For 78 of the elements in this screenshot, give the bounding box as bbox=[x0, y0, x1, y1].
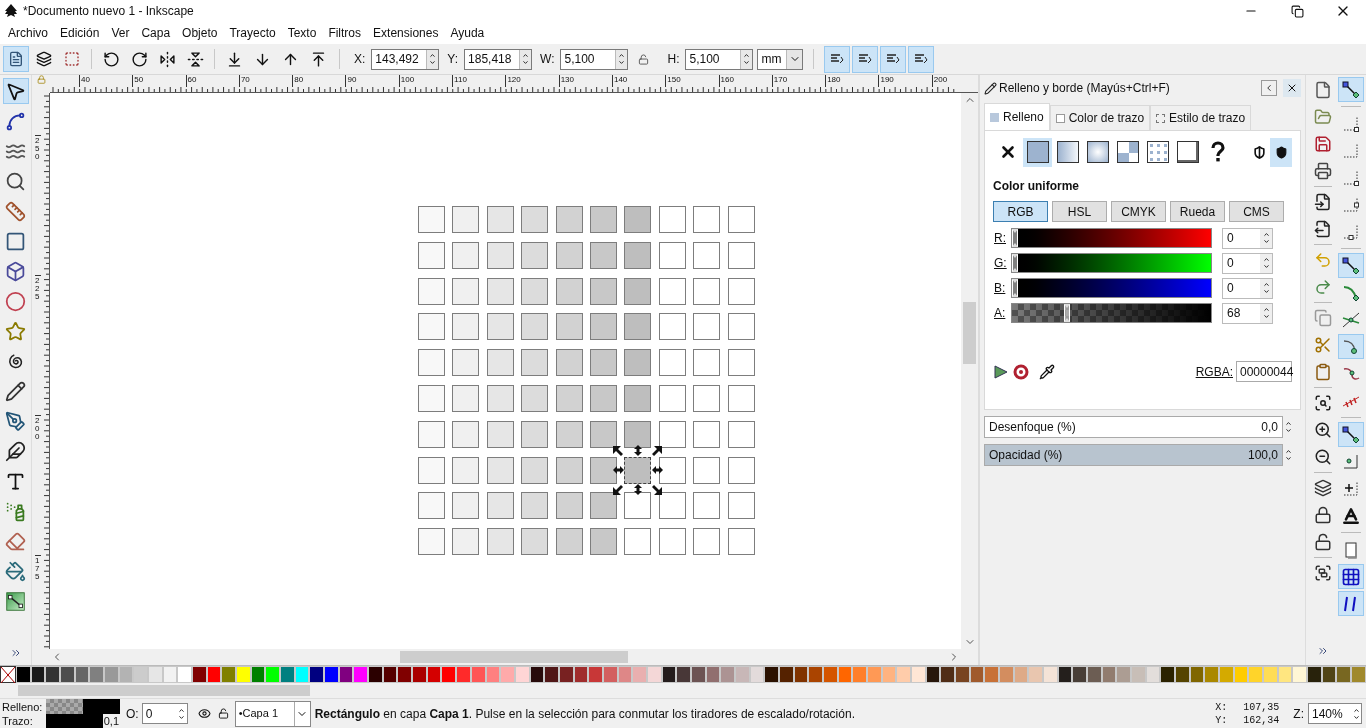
color-mode-tab[interactable]: CMYK bbox=[1111, 201, 1166, 222]
coordinate-value: 162,34 bbox=[1242, 713, 1280, 727]
ruler-label: 190 bbox=[878, 75, 932, 87]
fill-label: Relleno: bbox=[2, 699, 44, 714]
spin-slider[interactable]: Opacidad (%) 100,0 bbox=[984, 444, 1283, 466]
unit-dropdown[interactable]: mm bbox=[757, 48, 804, 70]
ruler-label: 225 bbox=[35, 275, 41, 301]
ruler-label: 120 bbox=[505, 75, 559, 87]
channel-label: G: bbox=[993, 255, 1008, 272]
zoom-label: Z: bbox=[1293, 705, 1304, 723]
number-field[interactable]: 0 bbox=[1222, 252, 1273, 274]
menu-item[interactable]: Ver bbox=[105, 24, 136, 42]
channel-label: R: bbox=[993, 230, 1007, 247]
window-title: *Documento nuevo 1 - Inkscape bbox=[23, 3, 194, 20]
ruler-label: 100 bbox=[398, 75, 453, 87]
menu-item[interactable]: Capa bbox=[135, 24, 177, 42]
ruler-label: 80 bbox=[292, 75, 346, 87]
opacity-field[interactable]: 0 bbox=[141, 703, 188, 724]
ruler-label: 50 bbox=[132, 75, 186, 87]
stroke-label: Trazo: bbox=[2, 713, 34, 728]
ruler-label: 250 bbox=[35, 135, 41, 161]
number-field[interactable]: 185,418 bbox=[464, 48, 533, 70]
number-field[interactable]: 5,100 bbox=[560, 48, 629, 70]
ruler-label: 110 bbox=[452, 75, 506, 87]
tab[interactable]: Relleno bbox=[984, 103, 1050, 131]
field-label: Y: bbox=[447, 51, 459, 68]
color-mode-tab[interactable]: CMS bbox=[1229, 201, 1284, 222]
tab[interactable]: Color de trazo bbox=[1049, 105, 1151, 131]
coordinate-label: Y: bbox=[1215, 713, 1228, 727]
field-label: W: bbox=[540, 51, 555, 68]
ruler-label: 90 bbox=[345, 75, 399, 87]
menu-item[interactable]: Edición bbox=[54, 24, 106, 42]
menu-item[interactable]: Objeto bbox=[176, 24, 224, 42]
menu-item[interactable]: Archivo bbox=[2, 24, 54, 42]
field-label: H: bbox=[667, 51, 680, 68]
menu-item[interactable]: Filtros bbox=[322, 24, 368, 42]
ruler-label: 150 bbox=[665, 75, 719, 87]
slider-label: Opacidad (%) bbox=[989, 447, 1063, 464]
menu-item[interactable]: Trayecto bbox=[223, 24, 282, 42]
coordinate-label: X: bbox=[1215, 700, 1228, 714]
ruler-label: 40 bbox=[79, 75, 133, 87]
field-label: X: bbox=[354, 51, 366, 68]
slider-value: 100,0 bbox=[1247, 447, 1278, 464]
ruler-label: 140 bbox=[611, 75, 666, 87]
color-mode-tab[interactable]: Rueda bbox=[1170, 201, 1225, 222]
number-field[interactable]: 0 bbox=[1222, 227, 1273, 249]
rgba-label: RGBA: bbox=[1195, 363, 1233, 381]
ruler-label: 170 bbox=[771, 75, 826, 87]
ruler-label: 180 bbox=[825, 75, 879, 87]
menu-item[interactable]: Extensiones bbox=[367, 24, 445, 42]
opacity-label: O: bbox=[126, 705, 139, 723]
zoom-field[interactable]: 140% bbox=[1308, 703, 1362, 724]
tab[interactable]: Estilo de trazo bbox=[1150, 105, 1252, 131]
panel-title: Relleno y borde (Mayús+Ctrl+F) bbox=[999, 80, 1170, 97]
section-heading: Color uniforme bbox=[993, 178, 1080, 195]
coordinate-value: 107,35 bbox=[1242, 700, 1280, 714]
number-field[interactable]: 143,492 bbox=[371, 48, 440, 70]
rgba-field[interactable]: 00000044 bbox=[1236, 361, 1292, 382]
spin-slider[interactable]: Desenfoque (%) 0,0 bbox=[984, 416, 1283, 438]
color-mode-tab[interactable]: RGB bbox=[993, 201, 1048, 222]
number-field[interactable]: 0 bbox=[1222, 277, 1273, 299]
ruler-label: 70 bbox=[238, 75, 293, 87]
channel-label: A: bbox=[993, 305, 1007, 322]
slider-value: 0,0 bbox=[1261, 419, 1278, 436]
ruler-label: 130 bbox=[558, 75, 612, 87]
menu-item[interactable]: Texto bbox=[281, 24, 323, 42]
menu-item[interactable]: Ayuda bbox=[444, 24, 491, 42]
layer-dropdown[interactable]: •Capa 1 bbox=[234, 700, 311, 727]
number-field[interactable]: 68 bbox=[1222, 302, 1273, 324]
ruler-label: 60 bbox=[185, 75, 239, 87]
status-message: Rectángulo en capa Capa 1. Pulse en la selección para conmutar los tiradores de escalado/rotación. bbox=[314, 705, 855, 723]
ruler-label: 175 bbox=[35, 555, 41, 581]
number-field[interactable]: 5,100 bbox=[685, 48, 754, 70]
ruler-label: 160 bbox=[718, 75, 772, 87]
color-mode-tab[interactable]: HSL bbox=[1052, 201, 1107, 222]
ruler-label: 200 bbox=[35, 415, 41, 441]
channel-label: B: bbox=[993, 280, 1007, 297]
slider-label: Desenfoque (%) bbox=[989, 419, 1076, 436]
